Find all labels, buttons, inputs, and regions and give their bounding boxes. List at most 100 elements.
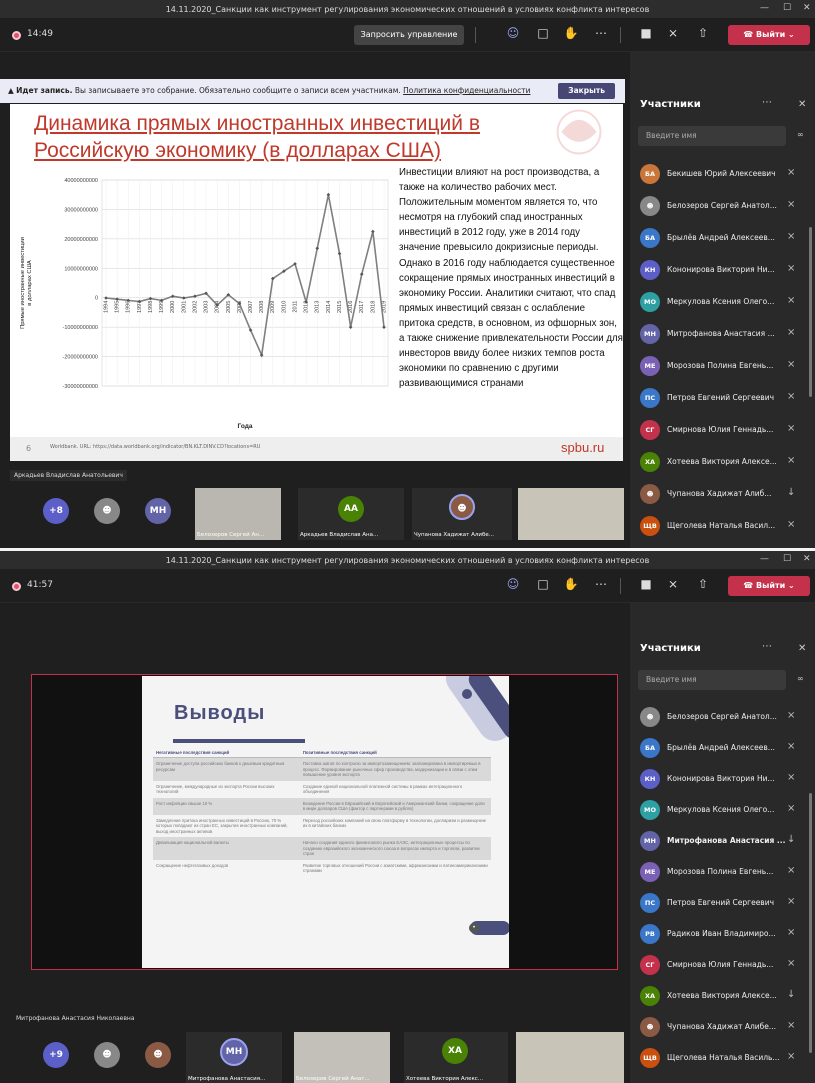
minimize-icon[interactable]: — <box>760 3 769 13</box>
participant-row[interactable]: ☻ Чупанова Хадижат Алибе... ⨯ <box>630 1012 810 1042</box>
mic-muted-icon: ⨯ <box>787 519 796 530</box>
participant-row[interactable]: КН Кононирова Виктория Ни... ⨯ <box>630 764 810 794</box>
panel-more-icon[interactable]: ⋯ <box>762 97 772 108</box>
participant-row[interactable]: МО Меркулова Ксения Олего... ⨯ <box>630 795 810 825</box>
participant-row[interactable]: МЕ Морозова Полина Евгень... ⨯ <box>630 351 810 381</box>
participant-row[interactable]: ХА Хотеева Виктория Алексе... ↓ <box>630 981 810 1011</box>
x-tick-label: 2009 <box>270 301 276 313</box>
participant-name: Хотеева Виктория Алексе... <box>667 991 777 1000</box>
x-tick-label: 2014 <box>326 301 332 313</box>
participant-search-input[interactable]: Введите имя <box>638 126 786 146</box>
participant-row[interactable]: ПС Петров Евгений Сергеевич ⨯ <box>630 888 810 918</box>
participant-row[interactable]: ЩВ Щеголева Наталья Василь... ⨯ <box>630 1043 810 1073</box>
raise-hand-icon[interactable]: ✋ <box>563 577 579 591</box>
x-tick-label: 2008 <box>259 301 265 313</box>
chat-icon[interactable]: □ <box>535 577 551 591</box>
participant-video[interactable]: Белозеров Сергей Анат... <box>294 1032 390 1083</box>
participant-row[interactable]: ☻ Чупанова Хадижат Алиб... ↓ <box>630 479 810 509</box>
panel-close-icon[interactable]: ✕ <box>798 99 806 110</box>
avatar[interactable]: МН <box>145 498 171 524</box>
more-participants-badge[interactable]: +9 <box>43 1042 69 1068</box>
leave-button[interactable]: ☎ Выйти ⌄ <box>728 576 810 596</box>
slide-page-badge: • <box>469 923 479 933</box>
maximize-icon[interactable]: ☐ <box>783 554 791 564</box>
share-invite-icon[interactable]: ∞ <box>797 130 804 139</box>
share-screen-icon[interactable]: ⇧ <box>695 577 711 591</box>
participant-row[interactable]: МН Митрофанова Анастасия ... ↓ <box>630 826 810 856</box>
participant-row[interactable]: БА Брылёв Андрей Алексеев... ⨯ <box>630 733 810 763</box>
participant-row[interactable]: БА Брылёв Андрей Алексеев... ⨯ <box>630 223 810 253</box>
avatar: МЕ <box>640 862 660 882</box>
table-row: Ограничение, международные из экспорта Р… <box>153 781 491 798</box>
participant-row[interactable]: СГ Смирнова Юлия Геннадь... ⨯ <box>630 950 810 980</box>
mic-muted-icon: ⨯ <box>787 803 796 814</box>
y-tick-label: -10000000000 <box>63 325 98 331</box>
participants-icon[interactable]: ☺ <box>505 26 521 40</box>
participant-photo-avatar[interactable]: ☻ <box>94 1042 120 1068</box>
share-screen-icon[interactable]: ⇧ <box>695 26 711 40</box>
mic-muted-icon[interactable]: ⨯ <box>665 577 681 591</box>
participant-row[interactable]: МО Меркулова Ксения Олего... ⨯ <box>630 287 810 317</box>
participant-row[interactable]: СГ Смирнова Юлия Геннадь... ⨯ <box>630 415 810 445</box>
participant-video[interactable]: Белозеров Сергей Ан... <box>195 488 281 540</box>
x-tick-label: 2000 <box>170 301 176 313</box>
close-icon[interactable]: ✕ <box>803 554 811 564</box>
participant-photo-avatar[interactable]: ☻ <box>145 1042 171 1068</box>
minimize-icon[interactable]: — <box>760 554 769 564</box>
raise-hand-icon[interactable]: ✋ <box>563 26 579 40</box>
participant-tile[interactable]: АА Аркадьев Владислав Ана... <box>298 488 404 540</box>
request-control-button[interactable]: Запросить управление <box>354 25 464 45</box>
participant-name: Митрофанова Анастасия ... <box>667 836 785 845</box>
participant-row[interactable]: БА Бекишев Юрий Алексеевич ⨯ <box>630 159 810 189</box>
maximize-icon[interactable]: ☐ <box>783 3 791 13</box>
panel-close-icon[interactable]: ✕ <box>798 643 806 654</box>
panel-more-icon[interactable]: ⋯ <box>762 641 772 652</box>
participant-tile[interactable]: ☻ Чупанова Хадижат Алибе... <box>412 488 512 540</box>
table-cell: Создание единой национальной платежной с… <box>302 783 463 795</box>
more-options-icon[interactable]: ⋯ <box>593 577 609 591</box>
avatar: СГ <box>640 420 660 440</box>
chat-icon[interactable]: □ <box>535 26 551 40</box>
more-participants-badge[interactable]: +8 <box>43 498 69 524</box>
x-tick-label: 2002 <box>192 301 198 313</box>
participant-row[interactable]: ☻ Белозеров Сергей Анатол... ⨯ <box>630 191 810 221</box>
participant-row[interactable]: ЩВ Щеголева Наталья Васил... ⨯ <box>630 511 810 541</box>
mic-muted-icon[interactable]: ⨯ <box>665 26 681 40</box>
banner-close-button[interactable]: Закрыть <box>558 83 615 99</box>
mic-muted-icon: ⨯ <box>787 927 796 938</box>
scrollbar[interactable] <box>809 793 812 1053</box>
participant-row[interactable]: ☻ Белозеров Сергей Анатол... ⨯ <box>630 702 810 732</box>
leave-button[interactable]: ☎ Выйти ⌄ <box>728 25 810 45</box>
camera-icon[interactable]: ■ <box>638 26 654 40</box>
privacy-link[interactable]: Политика конфиденциальности <box>403 86 530 95</box>
share-invite-icon[interactable]: ∞ <box>797 674 804 683</box>
mic-muted-icon: ⨯ <box>787 231 796 242</box>
participant-row[interactable]: ХА Хотеева Виктория Алексе... ⨯ <box>630 447 810 477</box>
close-icon[interactable]: ✕ <box>803 3 811 13</box>
participant-search-input[interactable]: Введите имя <box>638 670 786 690</box>
participant-tile[interactable]: МН Митрофанова Анастасия... <box>186 1032 282 1083</box>
participant-row[interactable]: ПС Петров Евгений Сергеевич ⨯ <box>630 383 810 413</box>
camera-icon[interactable]: ■ <box>638 577 654 591</box>
participant-photo-avatar[interactable]: ☻ <box>94 498 120 524</box>
participant-video[interactable] <box>516 1032 624 1083</box>
speaker-label: Митрофанова Анастасия Николаевна <box>16 1015 135 1022</box>
x-tick-label: 2018 <box>370 301 376 313</box>
x-tick-label: 1995 <box>115 301 121 313</box>
participant-row[interactable]: РВ Радиков Иван Владимиро... ⨯ <box>630 919 810 949</box>
meeting-toolbar: 41:57 ☺ □ ✋ ⋯ ■ ⨯ ⇧ ☎ Выйти ⌄ <box>0 569 815 603</box>
x-tick-label: 2001 <box>181 301 187 313</box>
avatar: ☻ <box>640 484 660 504</box>
participant-row[interactable]: МН Митрофанова Анастасия ... ⨯ <box>630 319 810 349</box>
avatar: МО <box>640 800 660 820</box>
participant-tile[interactable]: ХА Хотеева Виктория Алекс... <box>404 1032 508 1083</box>
x-axis-label: Года <box>238 423 253 430</box>
scrollbar[interactable] <box>809 227 812 397</box>
participant-row[interactable]: КН Кононирова Виктория Ни... ⨯ <box>630 255 810 285</box>
participant-row[interactable]: МЕ Морозова Полина Евгень... ⨯ <box>630 857 810 887</box>
recording-icon <box>12 31 21 40</box>
shared-slide: Динамика прямых иностранных инвестиций в… <box>10 104 623 461</box>
participant-video[interactable] <box>518 488 624 540</box>
participants-icon[interactable]: ☺ <box>505 577 521 591</box>
more-options-icon[interactable]: ⋯ <box>593 26 609 40</box>
